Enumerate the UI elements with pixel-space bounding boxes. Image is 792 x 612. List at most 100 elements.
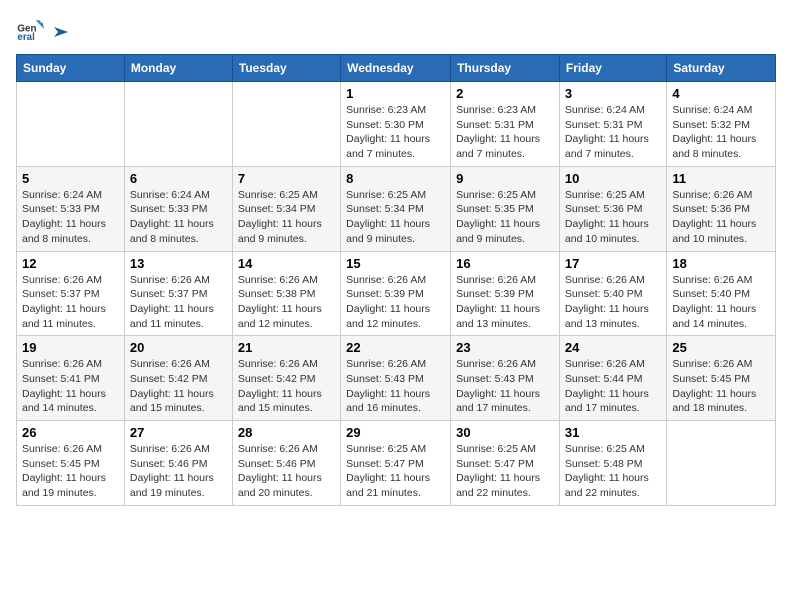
calendar-week-row: 5 Sunrise: 6:24 AM Sunset: 5:33 PM Daylig…	[17, 166, 776, 251]
calendar-cell: 31Sunrise: 6:25 AM Sunset: 5:48 PM Dayli…	[559, 421, 666, 506]
calendar-cell: 7Sunrise: 6:25 AM Sunset: 5:34 PM Daylig…	[232, 166, 340, 251]
calendar-header-row: SundayMondayTuesdayWednesdayThursdayFrid…	[17, 55, 776, 82]
calendar-cell: 14 Sunrise: 6:26 AM Sunset: 5:38 PM Dayli…	[232, 251, 340, 336]
calendar-cell: 19Sunrise: 6:26 AM Sunset: 5:41 PM Dayli…	[17, 336, 125, 421]
svg-text:eral: eral	[17, 32, 35, 43]
day-number: 9	[456, 171, 554, 186]
calendar-week-row: 26 Sunrise: 6:26 AM Sunset: 5:45 PM Dayli…	[17, 421, 776, 506]
calendar-cell: 5 Sunrise: 6:24 AM Sunset: 5:33 PM Daylig…	[17, 166, 125, 251]
calendar-cell	[17, 82, 125, 167]
day-info: Sunrise: 6:26 AM Sunset: 5:36 PM Dayligh…	[672, 188, 770, 247]
calendar-cell: 11 Sunrise: 6:26 AM Sunset: 5:36 PM Dayli…	[667, 166, 776, 251]
day-info: Sunrise: 6:26 AM Sunset: 5:40 PM Dayligh…	[672, 273, 770, 332]
day-info: Sunrise: 6:26 AM Sunset: 5:39 PM Dayligh…	[346, 273, 445, 332]
day-number: 25	[672, 340, 770, 355]
day-info: Sunrise: 6:26 AM Sunset: 5:37 PM Dayligh…	[130, 273, 227, 332]
day-number: 11	[672, 171, 770, 186]
column-header-sunday: Sunday	[17, 55, 125, 82]
calendar-cell: 28Sunrise: 6:26 AM Sunset: 5:46 PM Dayli…	[232, 421, 340, 506]
calendar-cell: 23 Sunrise: 6:26 AM Sunset: 5:43 PM Dayli…	[451, 336, 560, 421]
day-info: Sunrise: 6:26 AM Sunset: 5:45 PM Dayligh…	[672, 357, 770, 416]
day-number: 1	[346, 86, 445, 101]
column-header-wednesday: Wednesday	[341, 55, 451, 82]
calendar-cell: 1 Sunrise: 6:23 AM Sunset: 5:30 PM Daylig…	[341, 82, 451, 167]
day-number: 19	[22, 340, 119, 355]
column-header-monday: Monday	[124, 55, 232, 82]
logo-icon: Gen eral	[16, 16, 44, 44]
day-number: 18	[672, 256, 770, 271]
day-number: 12	[22, 256, 119, 271]
day-number: 29	[346, 425, 445, 440]
day-info: Sunrise: 6:26 AM Sunset: 5:45 PM Dayligh…	[22, 442, 119, 501]
day-info: Sunrise: 6:26 AM Sunset: 5:44 PM Dayligh…	[565, 357, 661, 416]
calendar-cell: 8Sunrise: 6:25 AM Sunset: 5:34 PM Daylig…	[341, 166, 451, 251]
day-info: Sunrise: 6:26 AM Sunset: 5:43 PM Dayligh…	[346, 357, 445, 416]
day-info: Sunrise: 6:25 AM Sunset: 5:47 PM Dayligh…	[456, 442, 554, 501]
calendar-cell: 10Sunrise: 6:25 AM Sunset: 5:36 PM Dayli…	[559, 166, 666, 251]
day-info: Sunrise: 6:23 AM Sunset: 5:30 PM Dayligh…	[346, 103, 445, 162]
day-number: 30	[456, 425, 554, 440]
calendar-cell: 29 Sunrise: 6:25 AM Sunset: 5:47 PM Dayli…	[341, 421, 451, 506]
day-info: Sunrise: 6:26 AM Sunset: 5:40 PM Dayligh…	[565, 273, 661, 332]
calendar-cell: 16 Sunrise: 6:26 AM Sunset: 5:39 PM Dayli…	[451, 251, 560, 336]
calendar-cell: 3Sunrise: 6:24 AM Sunset: 5:31 PM Daylig…	[559, 82, 666, 167]
calendar-cell: 30 Sunrise: 6:25 AM Sunset: 5:47 PM Dayli…	[451, 421, 560, 506]
day-number: 2	[456, 86, 554, 101]
calendar-cell: 17 Sunrise: 6:26 AM Sunset: 5:40 PM Dayli…	[559, 251, 666, 336]
calendar-cell: 13 Sunrise: 6:26 AM Sunset: 5:37 PM Dayli…	[124, 251, 232, 336]
day-info: Sunrise: 6:24 AM Sunset: 5:31 PM Dayligh…	[565, 103, 661, 162]
day-info: Sunrise: 6:24 AM Sunset: 5:33 PM Dayligh…	[22, 188, 119, 247]
day-number: 14	[238, 256, 335, 271]
day-info: Sunrise: 6:26 AM Sunset: 5:43 PM Dayligh…	[456, 357, 554, 416]
calendar-cell: 22 Sunrise: 6:26 AM Sunset: 5:43 PM Dayli…	[341, 336, 451, 421]
logo: Gen eral	[16, 16, 72, 44]
day-info: Sunrise: 6:25 AM Sunset: 5:35 PM Dayligh…	[456, 188, 554, 247]
calendar-cell: 2Sunrise: 6:23 AM Sunset: 5:31 PM Daylig…	[451, 82, 560, 167]
day-number: 20	[130, 340, 227, 355]
day-info: Sunrise: 6:26 AM Sunset: 5:39 PM Dayligh…	[456, 273, 554, 332]
day-info: Sunrise: 6:26 AM Sunset: 5:42 PM Dayligh…	[130, 357, 227, 416]
day-number: 31	[565, 425, 661, 440]
day-number: 5	[22, 171, 119, 186]
day-number: 22	[346, 340, 445, 355]
day-info: Sunrise: 6:26 AM Sunset: 5:38 PM Dayligh…	[238, 273, 335, 332]
column-header-tuesday: Tuesday	[232, 55, 340, 82]
column-header-thursday: Thursday	[451, 55, 560, 82]
day-number: 17	[565, 256, 661, 271]
column-header-saturday: Saturday	[667, 55, 776, 82]
calendar-week-row: 19Sunrise: 6:26 AM Sunset: 5:41 PM Dayli…	[17, 336, 776, 421]
calendar-cell: 24 Sunrise: 6:26 AM Sunset: 5:44 PM Dayli…	[559, 336, 666, 421]
day-number: 7	[238, 171, 335, 186]
calendar-cell: 9 Sunrise: 6:25 AM Sunset: 5:35 PM Daylig…	[451, 166, 560, 251]
day-number: 8	[346, 171, 445, 186]
calendar-cell: 21Sunrise: 6:26 AM Sunset: 5:42 PM Dayli…	[232, 336, 340, 421]
calendar-cell: 12 Sunrise: 6:26 AM Sunset: 5:37 PM Dayli…	[17, 251, 125, 336]
day-info: Sunrise: 6:25 AM Sunset: 5:47 PM Dayligh…	[346, 442, 445, 501]
day-number: 10	[565, 171, 661, 186]
day-number: 24	[565, 340, 661, 355]
column-header-friday: Friday	[559, 55, 666, 82]
day-number: 6	[130, 171, 227, 186]
page-header: Gen eral	[16, 16, 776, 44]
calendar-cell: 20 Sunrise: 6:26 AM Sunset: 5:42 PM Dayli…	[124, 336, 232, 421]
day-number: 27	[130, 425, 227, 440]
day-number: 15	[346, 256, 445, 271]
day-number: 13	[130, 256, 227, 271]
calendar-cell	[667, 421, 776, 506]
day-info: Sunrise: 6:26 AM Sunset: 5:42 PM Dayligh…	[238, 357, 335, 416]
logo-arrow-icon	[50, 21, 72, 43]
day-number: 16	[456, 256, 554, 271]
calendar-cell: 26 Sunrise: 6:26 AM Sunset: 5:45 PM Dayli…	[17, 421, 125, 506]
calendar-cell: 27 Sunrise: 6:26 AM Sunset: 5:46 PM Dayli…	[124, 421, 232, 506]
calendar-cell	[124, 82, 232, 167]
calendar-week-row: 1 Sunrise: 6:23 AM Sunset: 5:30 PM Daylig…	[17, 82, 776, 167]
day-info: Sunrise: 6:26 AM Sunset: 5:37 PM Dayligh…	[22, 273, 119, 332]
day-info: Sunrise: 6:26 AM Sunset: 5:46 PM Dayligh…	[130, 442, 227, 501]
day-number: 4	[672, 86, 770, 101]
calendar-cell: 15 Sunrise: 6:26 AM Sunset: 5:39 PM Dayli…	[341, 251, 451, 336]
day-number: 23	[456, 340, 554, 355]
day-number: 26	[22, 425, 119, 440]
day-info: Sunrise: 6:24 AM Sunset: 5:32 PM Dayligh…	[672, 103, 770, 162]
calendar-cell: 25 Sunrise: 6:26 AM Sunset: 5:45 PM Dayli…	[667, 336, 776, 421]
calendar-table: SundayMondayTuesdayWednesdayThursdayFrid…	[16, 54, 776, 506]
